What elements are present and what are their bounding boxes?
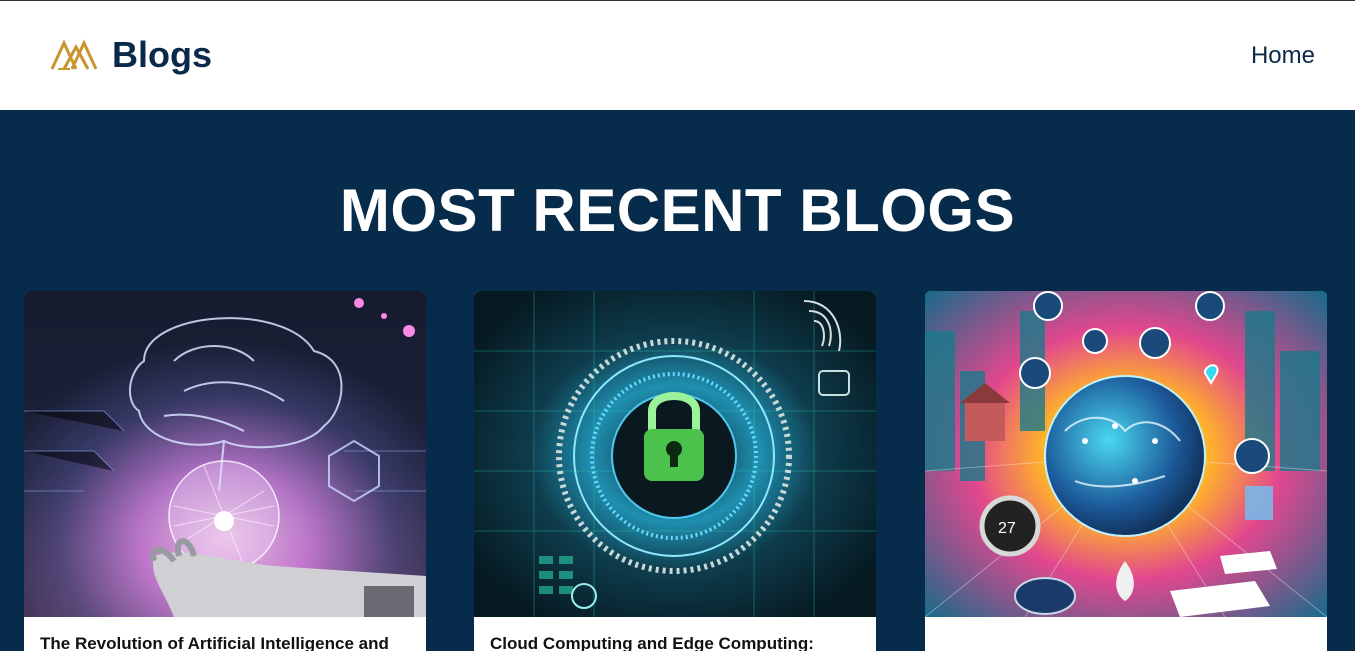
brand[interactable]: Blogs <box>50 31 212 79</box>
mountain-logo-icon <box>50 39 98 70</box>
iot-globe-smart-devices-image[interactable]: 27 <box>925 291 1327 617</box>
blog-card[interactable]: 27 <box>925 291 1327 651</box>
brand-name: Blogs <box>112 34 213 75</box>
nav-home-link[interactable]: Home <box>1251 41 1315 71</box>
ai-brain-robot-hand-image[interactable] <box>24 291 426 617</box>
blog-card-title[interactable]: The Revolution of Artificial Intelligenc… <box>40 633 410 651</box>
blog-card[interactable]: The Revolution of Artificial Intelligenc… <box>24 291 426 651</box>
svg-text:27: 27 <box>998 520 1016 537</box>
blog-card-title[interactable]: Cloud Computing and Edge Computing: <box>490 633 860 651</box>
top-navbar: Blogs Home <box>0 0 1355 110</box>
recent-blogs-section: MOST RECENT BLOGS The Revolution of Arti… <box>0 110 1355 651</box>
blog-card[interactable]: Cloud Computing and Edge Computing: <box>474 291 876 651</box>
cybersecurity-padlock-image[interactable] <box>474 291 876 617</box>
section-title: MOST RECENT BLOGS <box>339 177 1016 244</box>
